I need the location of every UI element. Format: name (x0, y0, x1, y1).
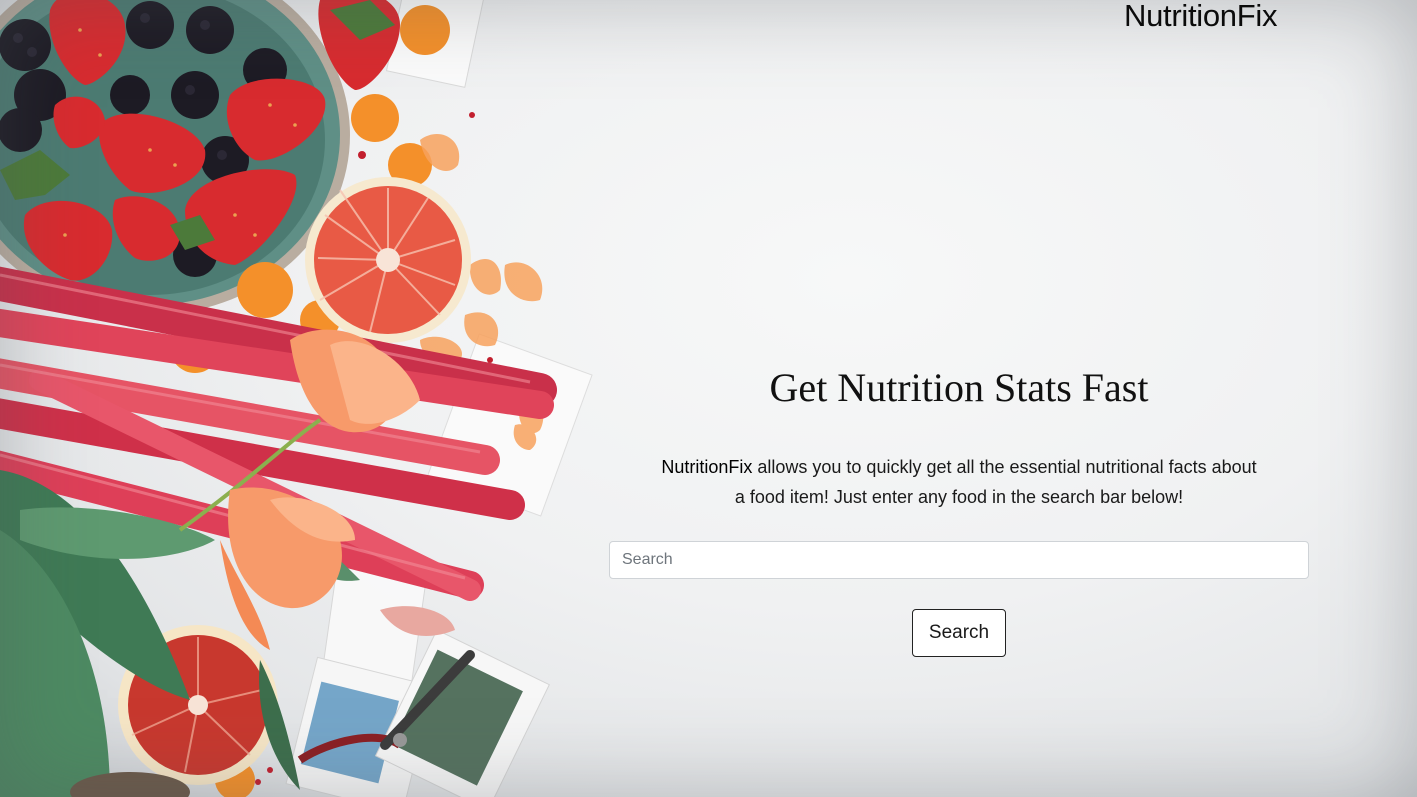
page-headline: Get Nutrition Stats Fast (769, 365, 1149, 410)
brand-logo[interactable]: NutritionFix (1124, 0, 1277, 34)
search-input[interactable] (609, 541, 1309, 579)
hero-description: NutritionFix allows you to quickly get a… (659, 452, 1259, 512)
description-text: allows you to quickly get all the essent… (734, 457, 1257, 507)
search-button[interactable]: Search (911, 609, 1007, 657)
description-brand: NutritionFix (661, 457, 753, 477)
hero-content: Get Nutrition Stats Fast NutritionFix al… (609, 360, 1309, 657)
hero-food-image (0, 0, 600, 797)
